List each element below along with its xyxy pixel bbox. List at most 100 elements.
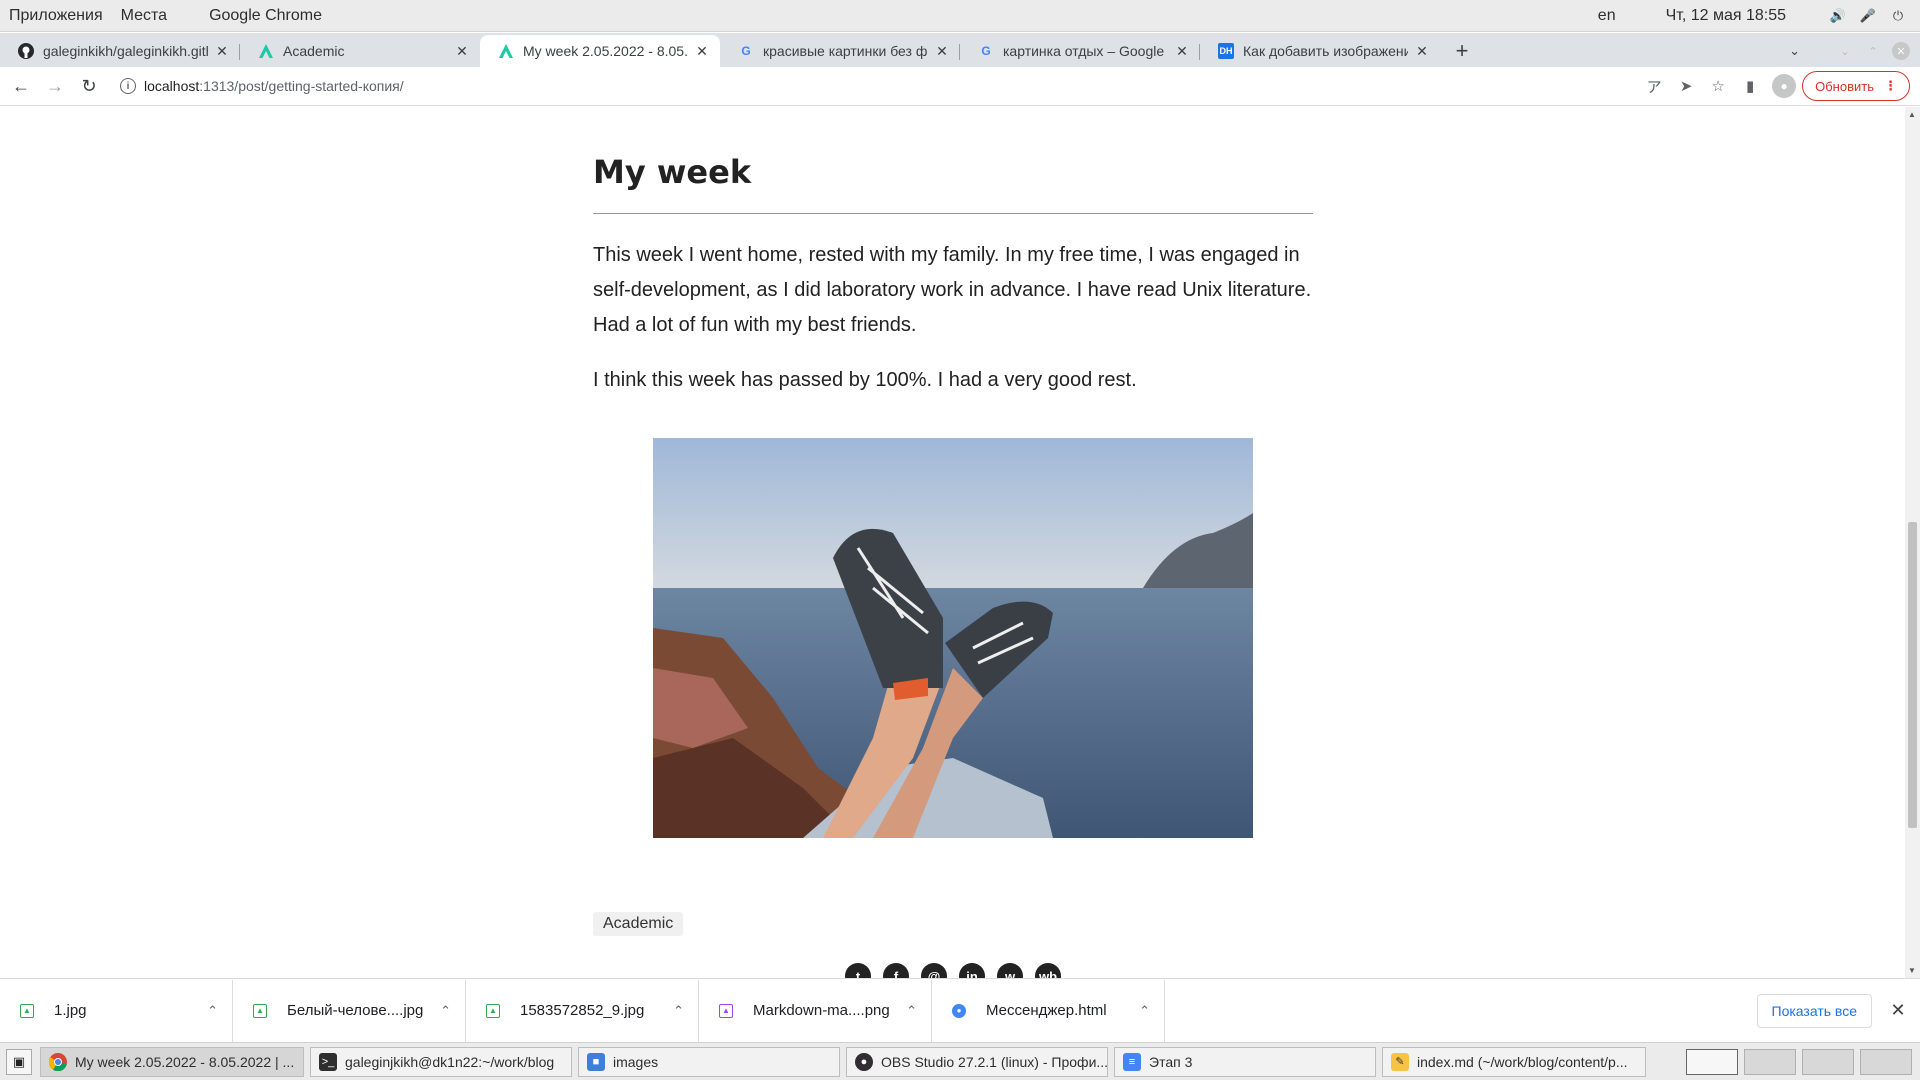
tag-badge[interactable]: Academic <box>593 912 684 936</box>
scroll-up-icon[interactable]: ▲ <box>1908 110 1916 119</box>
tab-academic[interactable]: Academic ✕ <box>240 35 480 67</box>
workspace-3[interactable] <box>1802 1048 1854 1075</box>
new-tab-button[interactable]: + <box>1446 35 1478 67</box>
close-downloads-icon[interactable]: ✕ <box>1880 1000 1916 1021</box>
site-info-icon[interactable]: i <box>120 78 136 94</box>
workspace-switcher <box>1680 1048 1920 1075</box>
clock[interactable]: Чт, 12 мая 18:55 <box>1666 7 1786 25</box>
taskbar-item-label: OBS Studio 27.2.1 (linux) - Профи... <box>881 1053 1108 1070</box>
browser-toolbar: ← → ↻ i localhost:1313/post/getting-star… <box>0 67 1920 106</box>
tab-strip: galeginkikh/galeginkikh.github.io ✕ Acad… <box>0 33 1920 67</box>
taskbar-item-label: galeginjkikh@dk1n22:~/work/blog <box>345 1053 555 1070</box>
profile-avatar-icon[interactable]: ● <box>1772 74 1797 98</box>
microphone-icon[interactable]: 🎤 <box>1860 8 1876 24</box>
tab-search-icon[interactable]: ⌄ <box>1789 43 1800 59</box>
github-icon <box>18 43 34 59</box>
taskbar-item-chrome[interactable]: My week 2.05.2022 - 8.05.2022 | ... <box>40 1046 304 1077</box>
taskbar: ▣ My week 2.05.2022 - 8.05.2022 | ... >_… <box>0 1042 1920 1080</box>
article-photo <box>653 438 1253 838</box>
volume-icon[interactable]: 🔊 <box>1830 8 1846 24</box>
back-button[interactable]: ← <box>4 69 38 103</box>
url-host: localhost <box>144 78 200 94</box>
tab-github[interactable]: galeginkikh/galeginkikh.github.io ✕ <box>0 35 240 67</box>
article-paragraph: I think this week has passed by 100%. I … <box>593 369 1137 391</box>
scroll-down-icon[interactable]: ▼ <box>1908 966 1916 975</box>
send-icon[interactable]: ➤ <box>1670 70 1702 102</box>
close-icon[interactable]: ✕ <box>934 43 950 60</box>
download-item[interactable]: ▲ 1583572852_9.jpg ⌃ <box>466 979 699 1042</box>
chevron-up-icon[interactable]: ⌃ <box>673 1003 684 1019</box>
power-icon[interactable]: ⏻ <box>1890 8 1906 24</box>
document-icon: ≡ <box>1123 1052 1141 1071</box>
url-path: :1313/post/getting-started-копия/ <box>199 78 404 94</box>
facebook-icon[interactable]: f <box>883 963 909 978</box>
folder-icon: ■ <box>587 1052 605 1071</box>
page-scrollbar[interactable]: ▲ ▼ <box>1905 107 1920 978</box>
address-bar[interactable]: i localhost:1313/post/getting-started-ко… <box>120 70 1638 102</box>
close-icon[interactable]: ✕ <box>454 43 470 60</box>
image-file-icon: ▲ <box>253 1003 267 1018</box>
tab-google-pictures[interactable]: G красивые картинки без фона ✕ <box>720 35 960 67</box>
update-button[interactable]: Обновить ⋮ <box>1802 71 1910 101</box>
academic-icon <box>498 43 514 59</box>
chevron-up-icon[interactable]: ⌃ <box>440 1003 451 1019</box>
workspace-1[interactable] <box>1686 1048 1738 1075</box>
taskbar-item-document[interactable]: ≡ Этап 3 <box>1114 1046 1376 1077</box>
workspace-4[interactable] <box>1860 1048 1912 1075</box>
article-paragraph: This week I went home, rested with my fa… <box>593 244 1312 336</box>
download-item[interactable]: ▲ Markdown-ma....png ⌃ <box>699 979 932 1042</box>
chevron-up-icon[interactable]: ⌃ <box>906 1003 917 1019</box>
scroll-thumb[interactable] <box>1908 522 1917 828</box>
tab-google-search[interactable]: G картинка отдых – Google Поиск ✕ <box>960 35 1200 67</box>
linkedin-icon[interactable]: in <box>959 963 985 978</box>
tab-title: Academic <box>283 43 345 59</box>
tab-title: Как добавить изображение <box>1243 43 1408 59</box>
bookmark-star-icon[interactable]: ☆ <box>1702 70 1734 102</box>
twitter-icon[interactable]: t <box>845 963 871 978</box>
weibo-icon[interactable]: wb <box>1035 963 1061 978</box>
workspace-2[interactable] <box>1744 1048 1796 1075</box>
article: My week This week I went home, rested wi… <box>593 107 1313 978</box>
close-icon[interactable]: ✕ <box>694 43 710 60</box>
image-file-icon: ▲ <box>486 1003 500 1018</box>
tab-add-image[interactable]: DH Как добавить изображение ✕ <box>1200 35 1440 67</box>
page-viewport: My week This week I went home, rested wi… <box>0 107 1920 978</box>
email-icon[interactable]: @ <box>921 963 947 978</box>
taskbar-item-editor[interactable]: ✎ index.md (~/work/blog/content/p... <box>1382 1046 1646 1077</box>
whatsapp-icon[interactable]: w <box>997 963 1023 978</box>
taskbar-item-images[interactable]: ■ images <box>578 1046 840 1077</box>
show-desktop-icon[interactable]: ▣ <box>6 1048 32 1075</box>
side-panel-icon[interactable]: ▮ <box>1734 70 1766 102</box>
taskbar-item-label: My week 2.05.2022 - 8.05.2022 | ... <box>75 1053 295 1070</box>
terminal-icon: >_ <box>319 1052 337 1071</box>
image-file-icon: ▲ <box>20 1003 34 1018</box>
taskbar-item-label: images <box>613 1053 659 1070</box>
active-app-menu[interactable]: Google Chrome <box>200 7 331 25</box>
tab-my-week[interactable]: My week 2.05.2022 - 8.05.2022 ✕ <box>480 35 720 67</box>
apps-menu[interactable]: Приложения <box>0 7 112 25</box>
places-menu[interactable]: Места <box>112 7 176 25</box>
translate-icon[interactable]: ア <box>1638 70 1670 102</box>
taskbar-item-terminal[interactable]: >_ galeginjkikh@dk1n22:~/work/blog <box>310 1046 572 1077</box>
keyboard-layout[interactable]: en <box>1598 7 1616 25</box>
google-icon: G <box>981 44 991 58</box>
download-item[interactable]: ▲ Белый-челове....jpg ⌃ <box>233 979 466 1042</box>
window-close-icon[interactable]: ✕ <box>1892 42 1910 60</box>
dh-icon: DH <box>1218 43 1234 59</box>
download-item[interactable]: ● Мессенджер.html ⌃ <box>932 979 1165 1042</box>
chevron-up-icon[interactable]: ⌃ <box>1139 1003 1150 1019</box>
download-item[interactable]: ▲ 1.jpg ⌃ <box>0 979 233 1042</box>
reload-button[interactable]: ↻ <box>72 69 106 103</box>
close-icon[interactable]: ✕ <box>1414 43 1430 60</box>
update-button-label: Обновить <box>1815 78 1874 94</box>
minimize-icon[interactable]: ⌄ <box>1836 42 1854 60</box>
close-icon[interactable]: ✕ <box>1174 43 1190 60</box>
show-all-downloads-button[interactable]: Показать все <box>1756 993 1872 1028</box>
chevron-up-icon[interactable]: ⌃ <box>207 1003 218 1019</box>
tab-title: картинка отдых – Google Поиск <box>1003 43 1168 59</box>
tab-title: красивые картинки без фона <box>763 43 928 59</box>
taskbar-item-obs[interactable]: ● OBS Studio 27.2.1 (linux) - Профи... <box>846 1046 1108 1077</box>
maximize-icon[interactable]: ⌃ <box>1864 42 1882 60</box>
close-icon[interactable]: ✕ <box>214 43 230 60</box>
forward-button[interactable]: → <box>38 69 72 103</box>
